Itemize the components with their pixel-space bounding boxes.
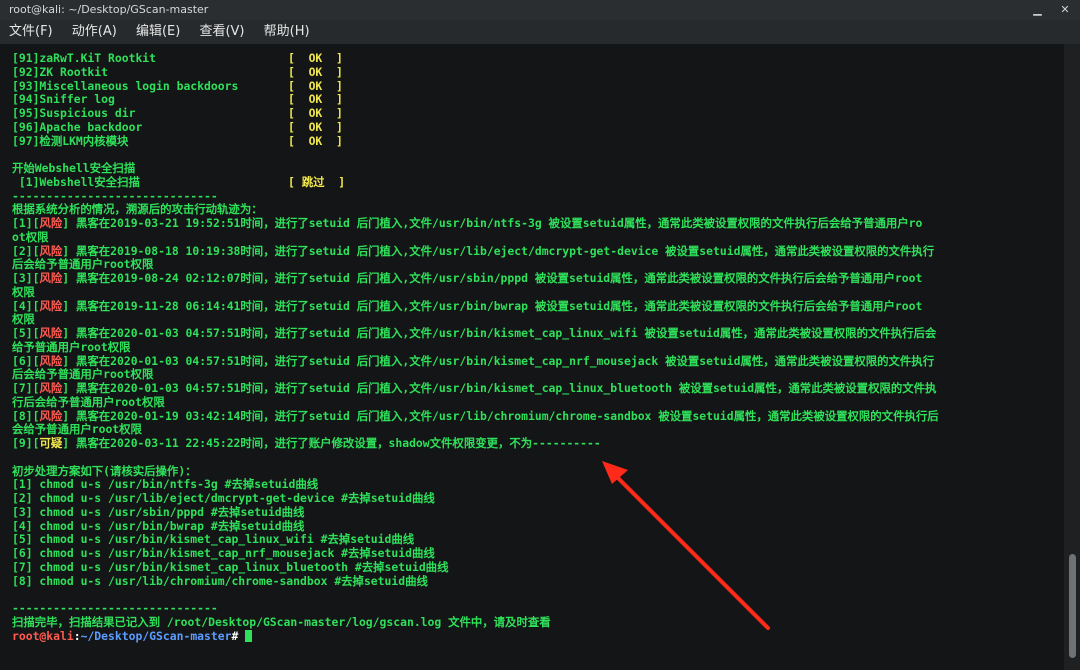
status-ok: [ OK ]	[288, 64, 343, 79]
status-ok: [ OK ]	[288, 133, 343, 148]
check-line: [97]检测LKM内核模块[ OK ]	[12, 133, 343, 148]
plan-item: [5] chmod u-s /usr/bin/kismet_cap_linux_…	[12, 532, 415, 547]
webshell-line: [1]Webshell安全扫描[ 跳过 ]	[12, 174, 346, 189]
separator: ------------------------------	[12, 601, 218, 615]
risk-tag: 风险	[39, 298, 63, 313]
status-skip: 跳过	[301, 174, 325, 189]
event-line-cont: 行后会给予普通用户root权限	[12, 394, 165, 409]
event-line-cont: ot权限	[12, 229, 49, 244]
event-line-cont: 权限	[12, 284, 35, 299]
close-icon[interactable]: ✕	[1056, 0, 1074, 20]
risk-tag: 风险	[39, 271, 63, 285]
event-line-cont: 后会给予普通用户root权限	[12, 367, 154, 382]
window-controls: ▁ ✕	[1023, 0, 1075, 20]
status-ok: [ OK ]	[288, 78, 343, 93]
title-bar[interactable]: root@kali: ~/Desktop/GScan-master ▁ ✕	[0, 0, 1080, 20]
plan-item: [6] chmod u-s /usr/bin/kismet_cap_nrf_mo…	[12, 546, 435, 560]
risk-tag: 风险	[39, 381, 63, 395]
plan-title: 初步处理方案如下(请核实后操作)：	[12, 463, 197, 478]
event-line-cont: 会给予普通用户root权限	[12, 422, 142, 437]
plan-item: [1] chmod u-s /usr/bin/ntfs-3g #去掉setuid…	[12, 477, 319, 492]
shell-prompt[interactable]: root@kali:~/Desktop/GScan-master#	[12, 628, 1064, 644]
check-line: [94]Sniffer log[ OK ]	[12, 92, 343, 107]
prompt-path: ~/Desktop/GScan-master	[80, 628, 232, 643]
menu-action[interactable]: 动作(A)	[66, 20, 123, 44]
event-line: [8][风险] 黑客在2020-01-19 03:42:14时间，进行了setu…	[12, 408, 939, 423]
menu-help[interactable]: 帮助(H)	[258, 20, 316, 44]
risk-tag: 风险	[39, 326, 63, 340]
terminal-lines: [91]zaRwT.KiT Rootkit[ OK ] [92]ZK Rootk…	[12, 51, 1064, 644]
menu-bar: 文件(F) 动作(A) 编辑(E) 查看(V) 帮助(H)	[0, 20, 1080, 44]
status-ok: [ OK ]	[288, 51, 343, 65]
check-line: [95]Suspicious dir[ OK ]	[12, 106, 343, 120]
event-line: [1][风险] 黑客在2019-03-21 19:52:51时间，进行了setu…	[12, 216, 923, 230]
event-line-cont: 给予普通用户root权限	[12, 339, 131, 354]
risk-tag: 风险	[39, 243, 63, 258]
plan-item: [3] chmod u-s /usr/sbin/pppd #去掉setuid曲线	[12, 504, 305, 519]
check-line: [91]zaRwT.KiT Rootkit[ OK ]	[12, 51, 343, 65]
risk-tag: 风险	[39, 408, 63, 423]
event-line: [5][风险] 黑客在2020-01-03 04:57:51时间，进行了setu…	[12, 326, 937, 340]
event-line: [3][风险] 黑客在2019-08-24 02:12:07时间，进行了setu…	[12, 271, 923, 285]
plan-item: [2] chmod u-s /usr/lib/eject/dmcrypt-get…	[12, 491, 435, 505]
final-message: 扫描完毕，扫描结果已记入到 /root/Desktop/GScan-master…	[12, 614, 551, 629]
prompt-user: root@kali	[12, 628, 74, 643]
check-line: [96]Apache backdoor[ OK ]	[12, 119, 343, 134]
risk-tag: 风险	[39, 216, 63, 230]
status-ok: [ OK ]	[288, 92, 343, 107]
window-title: root@kali: ~/Desktop/GScan-master	[9, 3, 209, 16]
suspicious-tag: 可疑	[39, 436, 63, 450]
plan-item: [8] chmod u-s /usr/lib/chromium/chrome-s…	[12, 573, 428, 588]
event-line: [9][可疑] 黑客在2020-03-11 22:45:22时间，进行了账户修改…	[12, 436, 601, 450]
event-line: [7][风险] 黑客在2020-01-03 04:57:51时间，进行了setu…	[12, 381, 937, 395]
plan-item: [7] chmod u-s /usr/bin/kismet_cap_linux_…	[12, 559, 449, 574]
scrollbar[interactable]	[1064, 44, 1080, 670]
webshell-title: 开始Webshell安全扫描	[12, 161, 136, 175]
menu-edit[interactable]: 编辑(E)	[130, 20, 186, 44]
event-line-cont: 后会给予普通用户root权限	[12, 257, 154, 272]
plan-item: [4] chmod u-s /usr/bin/bwrap #去掉setuid曲线	[12, 518, 305, 533]
check-line: [92]ZK Rootkit[ OK ]	[12, 64, 343, 79]
text-cursor	[245, 629, 253, 642]
event-line: [6][风险] 黑客在2020-01-03 04:57:51时间，进行了setu…	[12, 353, 935, 368]
status-ok: [ OK ]	[288, 119, 343, 134]
check-line: [93]Miscellaneous login backdoors[ OK ]	[12, 78, 343, 93]
separator: ------------------------------	[12, 188, 218, 203]
terminal-output[interactable]: [91]zaRwT.KiT Rootkit[ OK ] [92]ZK Rootk…	[0, 44, 1064, 670]
scrollbar-thumb[interactable]	[1069, 554, 1076, 658]
trace-title: 根据系统分析的情况，溯源后的攻击行动轨迹为：	[12, 202, 263, 217]
minimize-icon[interactable]: ▁	[1029, 0, 1047, 20]
risk-tag: 风险	[39, 353, 63, 368]
event-line: [4][风险] 黑客在2019-11-28 06:14:41时间，进行了setu…	[12, 298, 923, 313]
menu-file[interactable]: 文件(F)	[3, 20, 59, 44]
event-line-cont: 权限	[12, 312, 35, 327]
event-line: [2][风险] 黑客在2019-08-18 10:19:38时间，进行了setu…	[12, 243, 935, 258]
status-ok: [ OK ]	[288, 106, 343, 120]
terminal-window: root@kali: ~/Desktop/GScan-master ▁ ✕ 文件…	[0, 0, 1080, 670]
menu-view[interactable]: 查看(V)	[193, 20, 250, 44]
